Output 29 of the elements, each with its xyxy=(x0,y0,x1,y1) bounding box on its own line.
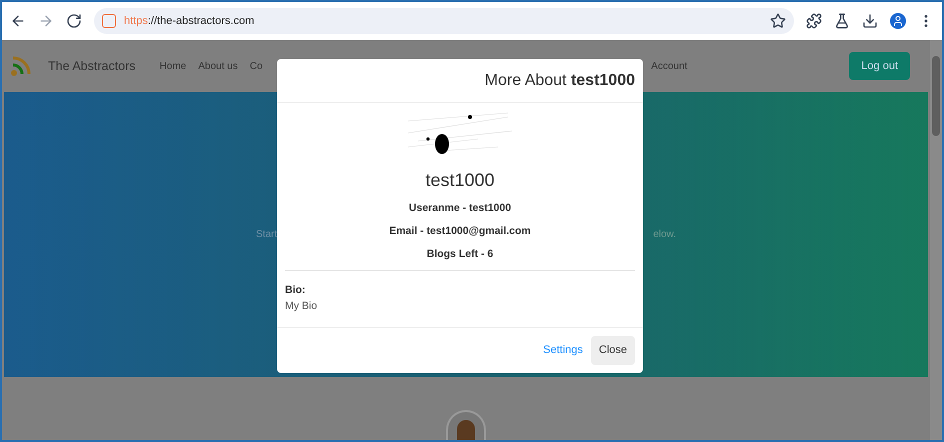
hero-text: elow. xyxy=(653,228,676,242)
profile-detail: Email - test1000@gmail.com xyxy=(389,224,531,239)
profile-name: test1000 xyxy=(425,169,495,192)
back-icon[interactable] xyxy=(10,13,26,29)
address-bar[interactable]: https://the-abstractors.com xyxy=(94,8,794,34)
flask-icon[interactable] xyxy=(834,13,850,29)
bookmark-star-icon[interactable] xyxy=(770,13,786,29)
profile-icon[interactable] xyxy=(890,13,906,29)
reload-icon[interactable] xyxy=(66,13,82,29)
close-button[interactable]: Close xyxy=(590,336,635,365)
nav-link[interactable]: Account xyxy=(651,58,688,74)
hero-text: Start xyxy=(256,228,278,242)
logout-button[interactable]: Log out xyxy=(849,52,910,80)
modal-title: More About test1000 xyxy=(484,70,635,90)
bio-label: Bio: xyxy=(285,283,306,298)
url-text: ://the-abstractors.com xyxy=(148,14,254,27)
url-scheme: https xyxy=(124,14,148,27)
nav-link[interactable]: Co xyxy=(250,58,263,74)
nav-link[interactable]: Home xyxy=(160,58,186,74)
bio-text: My Bio xyxy=(285,299,318,314)
nav-link[interactable]: About us xyxy=(198,58,238,74)
profile-detail: Useranme - test1000 xyxy=(408,201,512,216)
site-brand[interactable]: The Abstractors xyxy=(48,56,136,76)
scrollbar[interactable] xyxy=(930,40,942,440)
site-icon xyxy=(102,14,116,28)
settings-link[interactable]: Settings xyxy=(539,338,587,363)
profile-detail: Blogs Left - 6 xyxy=(426,246,494,262)
download-icon[interactable] xyxy=(862,13,878,29)
extensions-icon[interactable] xyxy=(806,13,822,29)
